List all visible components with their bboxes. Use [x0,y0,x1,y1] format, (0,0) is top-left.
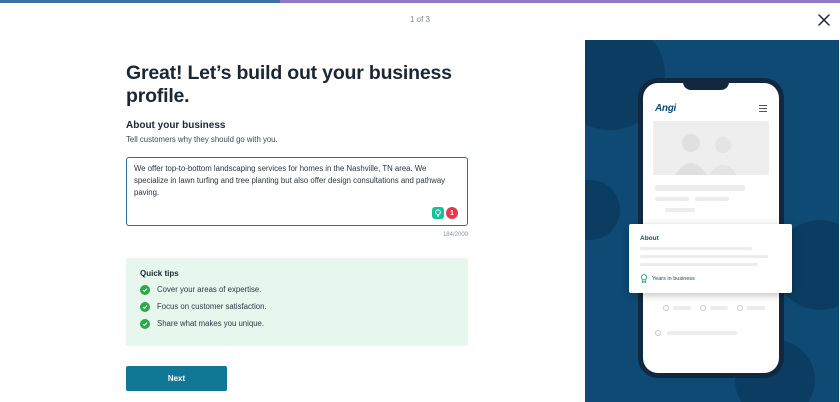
quick-tips-title: Quick tips [140,269,179,278]
placeholder-dot [663,305,669,311]
progress-remaining [279,0,840,3]
character-count: 184/2000 [442,232,468,238]
placeholder-line [710,306,728,310]
placeholder-line [640,247,752,250]
years-in-business: Years in business [640,274,695,283]
tip-item: Focus on customer satisfaction. [140,301,454,312]
tip-item: Cover your areas of expertise. [140,284,454,295]
about-card: About Years in business [629,224,792,293]
profile-form: Great! Let’s build out your business pro… [126,62,468,391]
close-icon [818,14,830,26]
placeholder-line [655,197,689,201]
section-label: About your business [126,120,226,131]
angi-logo: Angi [655,103,677,114]
placeholder-dot [700,305,706,311]
check-icon [140,301,150,312]
check-icon [140,284,150,295]
placeholder-line [673,306,691,310]
next-button[interactable]: Next [126,366,227,391]
step-indicator: 1 of 3 [409,15,430,24]
placeholder-line [695,197,729,201]
progress-track [0,0,840,3]
tip-text: Focus on customer satisfaction. [157,302,267,311]
placeholder-line [640,263,758,266]
tip-item: Share what makes you unique. [140,318,454,329]
business-description-input[interactable]: We offer top-to-bottom landscaping servi… [126,157,468,226]
tip-text: Cover your areas of expertise. [157,285,262,294]
profile-photo-placeholder [653,121,769,175]
quick-tips-box: Quick tips Cover your areas of expertise… [126,258,468,346]
placeholder-dot [737,305,743,311]
about-card-title: About [640,235,659,242]
profile-preview-panel: Angi [585,40,839,402]
section-subtitle: Tell customers why they should go with y… [126,135,278,144]
lightbulb-icon [435,209,441,217]
placeholder-dot [655,330,661,336]
progress-fill [0,0,280,3]
placeholder-line [640,255,768,258]
decorative-shape [585,180,620,240]
placeholder-line [655,185,745,191]
suggestion-count-badge[interactable]: 1 [446,207,458,219]
grammar-tools: 1 [432,207,458,219]
business-description-text[interactable]: We offer top-to-bottom landscaping servi… [127,158,467,204]
check-icon [140,318,150,329]
page-title: Great! Let’s build out your business pro… [126,62,452,107]
years-label: Years in business [652,275,695,282]
placeholder-line [747,306,765,310]
placeholder-line [667,331,737,335]
award-icon [640,274,648,283]
placeholder-line [665,208,695,212]
phone-notch [683,78,729,90]
hamburger-menu-icon [759,105,767,112]
close-button[interactable] [816,12,832,28]
tip-text: Share what makes you unique. [157,319,265,328]
grammar-assistant-icon[interactable] [432,207,444,219]
